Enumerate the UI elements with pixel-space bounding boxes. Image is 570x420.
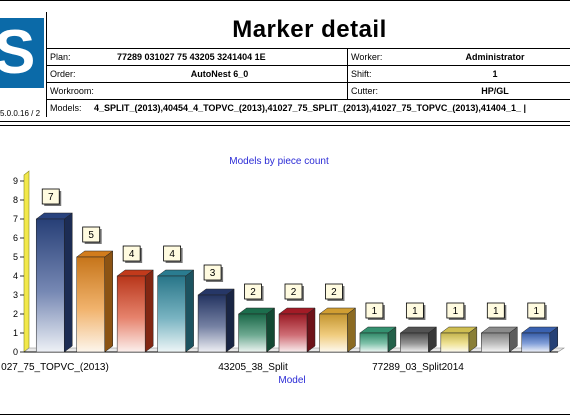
data-label: 5 (82, 226, 102, 244)
data-label: 7 (41, 188, 62, 206)
data-label: 1 (446, 302, 466, 320)
bar (521, 326, 559, 353)
data-label: 1 (527, 302, 547, 320)
data-label-value: 2 (291, 287, 297, 298)
bar-side (306, 307, 316, 353)
x-tick-label: 43205_38_Split (218, 362, 288, 373)
bar-side (104, 250, 113, 353)
x-tick-label: 027_75_TOPVC_(2013) (1, 362, 109, 373)
bar-side (185, 269, 194, 353)
bar (237, 307, 276, 353)
bar (318, 307, 357, 353)
bar (480, 326, 519, 353)
x-axis-title: Model (278, 375, 305, 386)
bar-front (35, 218, 65, 353)
y-tick-label: 6 (13, 233, 18, 243)
bar-front (440, 332, 470, 353)
y-tick-label: 2 (13, 309, 18, 319)
bar-side (266, 307, 275, 353)
bar-side (347, 307, 356, 353)
data-label: 2 (244, 283, 264, 301)
y-tick-label: 8 (13, 195, 18, 205)
bar-front (400, 332, 429, 353)
data-label: 2 (325, 283, 345, 301)
data-label: 4 (122, 245, 143, 263)
data-label-value: 1 (412, 306, 418, 317)
bar (278, 307, 316, 353)
bar-front (157, 275, 186, 353)
bar (359, 326, 397, 353)
bar-front (278, 313, 308, 353)
x-tick-label: 77289_03_Split2014 (372, 362, 464, 373)
bar-side (225, 288, 235, 353)
data-label-value: 4 (169, 249, 175, 260)
y-tick-label: 3 (13, 290, 18, 300)
bar-front (238, 313, 267, 353)
bar-front (521, 332, 551, 353)
data-label-value: 3 (210, 268, 216, 279)
bar (75, 250, 114, 353)
y-tick-label: 1 (13, 328, 18, 338)
y-tick-label: 7 (13, 214, 18, 224)
bar-front (319, 313, 348, 353)
y-tick-label: 9 (13, 176, 18, 186)
data-label-value: 7 (48, 192, 54, 203)
bar-side (144, 269, 154, 353)
bar (399, 326, 438, 353)
bar-front (116, 275, 146, 353)
bar-chart: Models by piece count Model 0 1 2 3 4 5 6 7 8 9 7 5… (1, 156, 565, 386)
data-label-value: 1 (533, 306, 539, 317)
y-tick-label: 4 (13, 271, 18, 281)
data-label-value: 1 (493, 306, 499, 317)
bar (197, 288, 235, 353)
bar (440, 326, 478, 353)
data-label-value: 2 (250, 287, 256, 298)
y-tick-label: 0 (13, 347, 18, 357)
bar-front (76, 256, 105, 353)
bar (35, 212, 73, 353)
data-label-value: 1 (372, 306, 378, 317)
data-label: 1 (486, 302, 507, 320)
bar-front (481, 332, 510, 353)
bar (116, 269, 154, 353)
y-tick-label: 5 (13, 252, 18, 262)
bar-front (359, 332, 389, 353)
y-axis-wall (23, 170, 30, 353)
data-label: 3 (203, 264, 224, 282)
data-label-value: 1 (453, 306, 459, 317)
data-label-value: 2 (331, 287, 337, 298)
data-label: 1 (365, 302, 385, 320)
data-label: 4 (163, 245, 183, 263)
data-label-value: 5 (88, 230, 94, 241)
data-label: 2 (284, 283, 304, 301)
data-label: 1 (405, 302, 426, 320)
bar (156, 269, 195, 353)
data-label-value: 4 (129, 249, 135, 260)
chart-title: Models by piece count (229, 156, 329, 167)
bar-side (63, 212, 73, 353)
bar-front (197, 294, 227, 353)
